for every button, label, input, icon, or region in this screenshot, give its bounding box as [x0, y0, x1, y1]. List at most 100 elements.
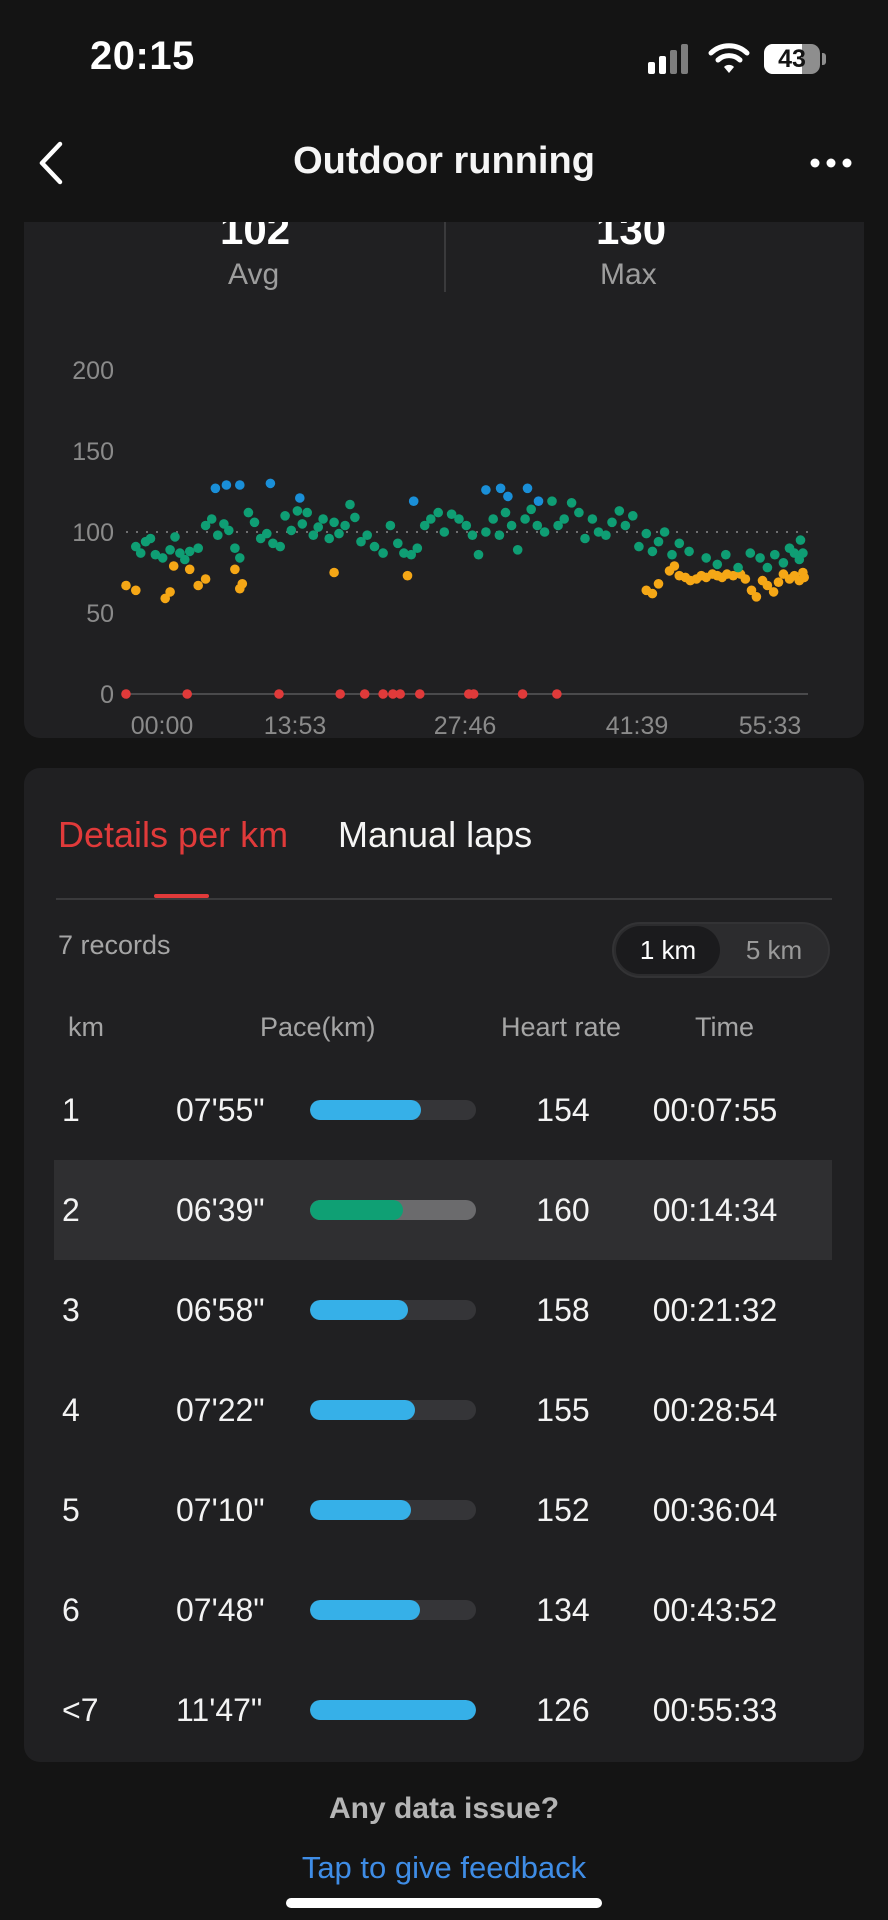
data-point [329, 517, 339, 528]
km-cell: <7 [62, 1692, 99, 1728]
unit-option-5km[interactable]: 5 km [722, 926, 826, 974]
data-point [412, 543, 423, 553]
heart-rate-cell: 152 [536, 1492, 590, 1528]
data-point [799, 572, 809, 583]
pace-cell: 07'55" [176, 1092, 265, 1128]
table-row[interactable]: 2 06'39" 160 00:14:34 [54, 1160, 832, 1260]
tab-details-per-km[interactable]: Details per km [58, 814, 288, 856]
data-issue-question: Any data issue? [328, 1792, 560, 1825]
avg-value: 102 [220, 222, 291, 253]
tab-manual-laps[interactable]: Manual laps [338, 814, 532, 856]
data-point [302, 507, 313, 518]
pace-bar-fill [310, 1700, 476, 1720]
y-tick-label: 150 [72, 438, 114, 466]
data-point [235, 480, 245, 490]
x-tick-label: 00:00 [131, 712, 194, 738]
battery-icon: 43 [764, 44, 820, 74]
data-point [488, 514, 499, 524]
time-cell: 00:55:33 [652, 1692, 778, 1728]
data-point [335, 689, 346, 699]
data-point [121, 689, 131, 699]
data-point [533, 496, 544, 506]
column-header-time: Time [695, 1012, 754, 1042]
data-point [552, 689, 562, 699]
table-row[interactable]: 5 07'10" 152 00:36:04 [54, 1460, 832, 1560]
data-point [180, 554, 190, 565]
y-tick-label: 0 [100, 681, 114, 709]
details-card: Details per km Manual laps 7 records 1 k… [24, 768, 864, 1762]
y-tick-label: 50 [86, 600, 114, 628]
pace-cell: 07'22" [176, 1392, 265, 1428]
data-point [473, 549, 484, 560]
table-row[interactable]: 3 06'58" 158 00:21:32 [54, 1260, 832, 1360]
data-point [762, 562, 773, 573]
data-point [295, 493, 305, 503]
data-point [378, 548, 388, 558]
data-point [350, 512, 360, 523]
km-cell: 6 [62, 1592, 80, 1628]
data-point [503, 491, 513, 502]
table-row[interactable]: 4 07'22" 155 00:28:54 [54, 1360, 832, 1460]
column-header-pace: Pace(km) [260, 1012, 376, 1042]
data-point [653, 579, 664, 589]
more-dots-icon[interactable] [808, 152, 854, 174]
data-point [607, 517, 617, 528]
data-point [308, 530, 319, 540]
data-point [184, 564, 195, 575]
data-point [733, 562, 743, 573]
data-point [778, 558, 789, 568]
data-point [224, 525, 234, 536]
pace-cell: 07'48" [176, 1592, 265, 1628]
x-tick-label: 13:53 [264, 712, 327, 738]
data-point [566, 498, 577, 508]
pace-bar [310, 1300, 476, 1320]
data-point [324, 533, 335, 544]
feedback-link[interactable]: Tap to give feedback [0, 1850, 888, 1886]
data-point [506, 520, 517, 531]
cellular-signal-icon [648, 44, 690, 76]
heart-rate-cell: 126 [536, 1692, 590, 1728]
pace-bar [310, 1200, 476, 1220]
data-point [721, 549, 731, 560]
pace-bar [310, 1500, 476, 1520]
unit-toggle: 1 km 5 km [612, 922, 830, 978]
data-point [275, 541, 285, 552]
data-point [184, 546, 195, 557]
data-point [121, 580, 131, 591]
data-point [601, 530, 611, 540]
data-point [481, 485, 491, 495]
data-point [131, 585, 141, 596]
table-row[interactable]: 1 07'55" 154 00:07:55 [54, 1060, 832, 1160]
km-cell: 2 [62, 1192, 80, 1228]
data-point [157, 553, 168, 563]
data-point [798, 548, 808, 558]
data-point [362, 530, 373, 540]
heart-rate-chart: 200 150 100 50 0 00:00 13:53 27:46 41:39 55:33 [72, 357, 809, 738]
data-point [213, 530, 223, 540]
data-point [795, 535, 806, 545]
pace-bar [310, 1400, 476, 1420]
pace-bar [310, 1600, 476, 1620]
data-point [318, 514, 328, 524]
page-title: Outdoor running [293, 140, 595, 182]
data-point [659, 527, 670, 537]
battery-tip [822, 53, 826, 65]
data-point [667, 549, 677, 560]
data-point [547, 496, 557, 506]
data-point [770, 549, 780, 560]
data-point [647, 588, 658, 599]
heart-rate-cell: 155 [536, 1392, 590, 1428]
data-point [751, 592, 762, 602]
x-tick-label: 27:46 [434, 712, 497, 738]
table-row[interactable]: <7 11'47" 126 00:55:33 [54, 1660, 832, 1760]
data-point [243, 507, 254, 518]
time-cell: 00:43:52 [652, 1592, 778, 1628]
unit-option-1km[interactable]: 1 km [616, 926, 720, 974]
pace-bar-fill [310, 1600, 420, 1620]
data-point [620, 520, 631, 531]
table-row[interactable]: 6 07'48" 134 00:43:52 [54, 1560, 832, 1660]
data-point [221, 480, 232, 490]
data-point [378, 689, 388, 699]
data-point [193, 580, 203, 591]
data-point [165, 587, 175, 597]
